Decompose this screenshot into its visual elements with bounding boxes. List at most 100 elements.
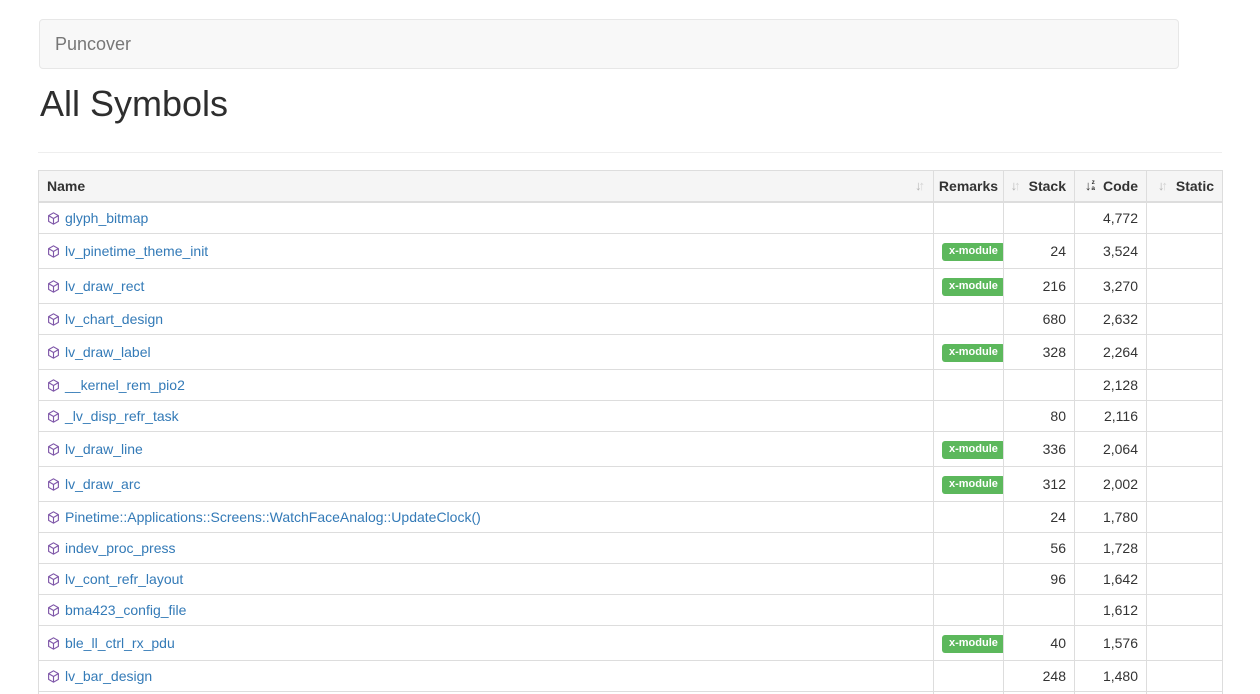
cube-icon	[47, 510, 60, 525]
column-header-static[interactable]: ↓↑ Static	[1147, 171, 1223, 203]
code-cell: 2,128	[1075, 370, 1147, 401]
symbol-link[interactable]: lv_bar_design	[65, 668, 152, 684]
cube-icon	[47, 636, 60, 651]
symbol-link[interactable]: glyph_bitmap	[65, 210, 148, 226]
sort-icon: ↓↑	[1011, 178, 1021, 194]
x-module-badge: x-module	[942, 344, 1004, 362]
stack-cell: 56	[1004, 533, 1075, 564]
column-header-stack[interactable]: ↓↑ Stack	[1004, 171, 1075, 203]
code-cell: 1,576	[1075, 626, 1147, 661]
code-cell: 4,772	[1075, 202, 1147, 234]
remarks-cell	[934, 502, 1004, 533]
x-module-badge: x-module	[942, 635, 1004, 653]
symbol-link[interactable]: lv_chart_design	[65, 311, 163, 327]
cube-icon	[47, 442, 60, 457]
symbol-link[interactable]: lv_cont_refr_layout	[65, 571, 183, 587]
remarks-cell	[934, 202, 1004, 234]
stack-cell: 80	[1004, 401, 1075, 432]
static-cell	[1147, 269, 1223, 304]
column-label: Static	[1176, 178, 1214, 194]
symbols-table-body: glyph_bitmap4,772lv_pinetime_theme_initx…	[39, 202, 1223, 694]
table-row: ble_ll_ctrl_rx_pdu x-module401,576	[39, 626, 1223, 661]
static-cell	[1147, 432, 1223, 467]
stack-cell: 24	[1004, 502, 1075, 533]
cube-icon	[47, 477, 60, 492]
symbol-link[interactable]: lv_pinetime_theme_init	[65, 243, 208, 259]
table-header-row: Name ↓↑ Remarks ↓↑ Stack	[39, 171, 1223, 203]
code-cell: 2,116	[1075, 401, 1147, 432]
cube-icon	[47, 541, 60, 556]
symbol-link[interactable]: Pinetime::Applications::Screens::WatchFa…	[65, 509, 481, 525]
static-cell	[1147, 564, 1223, 595]
table-row: lv_draw_line x-module3362,064	[39, 432, 1223, 467]
stack-cell: 40	[1004, 626, 1075, 661]
stack-cell	[1004, 202, 1075, 234]
cube-icon	[47, 312, 60, 327]
symbol-link[interactable]: bma423_config_file	[65, 602, 186, 618]
symbol-link[interactable]: indev_proc_press	[65, 540, 176, 556]
page: Puncover All Symbols Name ↓↑ Remarks	[0, 0, 1260, 694]
name-cell: bma423_config_file	[39, 595, 934, 626]
x-module-badge: x-module	[942, 441, 1004, 459]
sort-desc-icon: ↓za	[1085, 178, 1095, 194]
code-cell: 2,064	[1075, 432, 1147, 467]
table-row: lv_cont_refr_layout961,642	[39, 564, 1223, 595]
name-cell: ble_ll_ctrl_rx_pdu	[39, 626, 934, 661]
cube-icon	[47, 279, 60, 294]
table-row: __kernel_rem_pio2 2,128	[39, 370, 1223, 401]
stack-cell: 680	[1004, 304, 1075, 335]
column-label: Stack	[1029, 178, 1066, 194]
symbol-link[interactable]: ble_ll_ctrl_rx_pdu	[65, 635, 175, 651]
stack-cell: 328	[1004, 335, 1075, 370]
code-cell: 1,728	[1075, 533, 1147, 564]
column-label: Remarks	[939, 178, 998, 194]
remarks-cell	[934, 370, 1004, 401]
column-header-code[interactable]: ↓za Code	[1075, 171, 1147, 203]
stack-cell	[1004, 595, 1075, 626]
remarks-cell	[934, 533, 1004, 564]
symbol-link[interactable]: __kernel_rem_pio2	[65, 377, 185, 393]
static-cell	[1147, 502, 1223, 533]
table-row: _lv_disp_refr_task 802,116	[39, 401, 1223, 432]
symbol-link[interactable]: lv_draw_line	[65, 441, 143, 457]
symbol-link[interactable]: _lv_disp_refr_task	[65, 408, 179, 424]
symbol-link[interactable]: lv_draw_label	[65, 344, 151, 360]
table-row: lv_draw_rectx-module2163,270	[39, 269, 1223, 304]
name-cell: lv_pinetime_theme_init	[39, 234, 934, 269]
remarks-cell: x-module	[934, 467, 1004, 502]
table-row: lv_bar_design2481,480	[39, 661, 1223, 692]
stack-cell: 312	[1004, 467, 1075, 502]
column-label: Code	[1103, 178, 1138, 194]
code-cell: 2,632	[1075, 304, 1147, 335]
symbol-link[interactable]: lv_draw_arc	[65, 476, 140, 492]
stack-cell: 336	[1004, 432, 1075, 467]
remarks-cell: x-module	[934, 269, 1004, 304]
name-cell: glyph_bitmap	[39, 202, 934, 234]
cube-icon	[47, 409, 60, 424]
stack-cell: 24	[1004, 234, 1075, 269]
name-cell: lv_chart_design	[39, 304, 934, 335]
column-label: Name	[47, 178, 85, 194]
static-cell	[1147, 370, 1223, 401]
remarks-cell: x-module	[934, 335, 1004, 370]
stack-cell	[1004, 370, 1075, 401]
table-row: lv_pinetime_theme_initx-module243,524	[39, 234, 1223, 269]
code-cell: 1,480	[1075, 661, 1147, 692]
table-row: lv_draw_labelx-module3282,264	[39, 335, 1223, 370]
page-title: All Symbols	[40, 84, 228, 124]
table-row: glyph_bitmap 4,772	[39, 202, 1223, 234]
static-cell	[1147, 335, 1223, 370]
name-cell: __kernel_rem_pio2	[39, 370, 934, 401]
static-cell	[1147, 202, 1223, 234]
symbol-link[interactable]: lv_draw_rect	[65, 278, 144, 294]
code-cell: 1,612	[1075, 595, 1147, 626]
heading-divider	[38, 152, 1222, 153]
name-cell: lv_bar_design	[39, 661, 934, 692]
column-header-name[interactable]: Name ↓↑	[39, 171, 934, 203]
cube-icon	[47, 603, 60, 618]
navbar-brand[interactable]: Puncover	[40, 20, 146, 68]
code-cell: 1,642	[1075, 564, 1147, 595]
x-module-badge: x-module	[942, 278, 1004, 296]
remarks-cell: x-module	[934, 432, 1004, 467]
remarks-cell	[934, 564, 1004, 595]
